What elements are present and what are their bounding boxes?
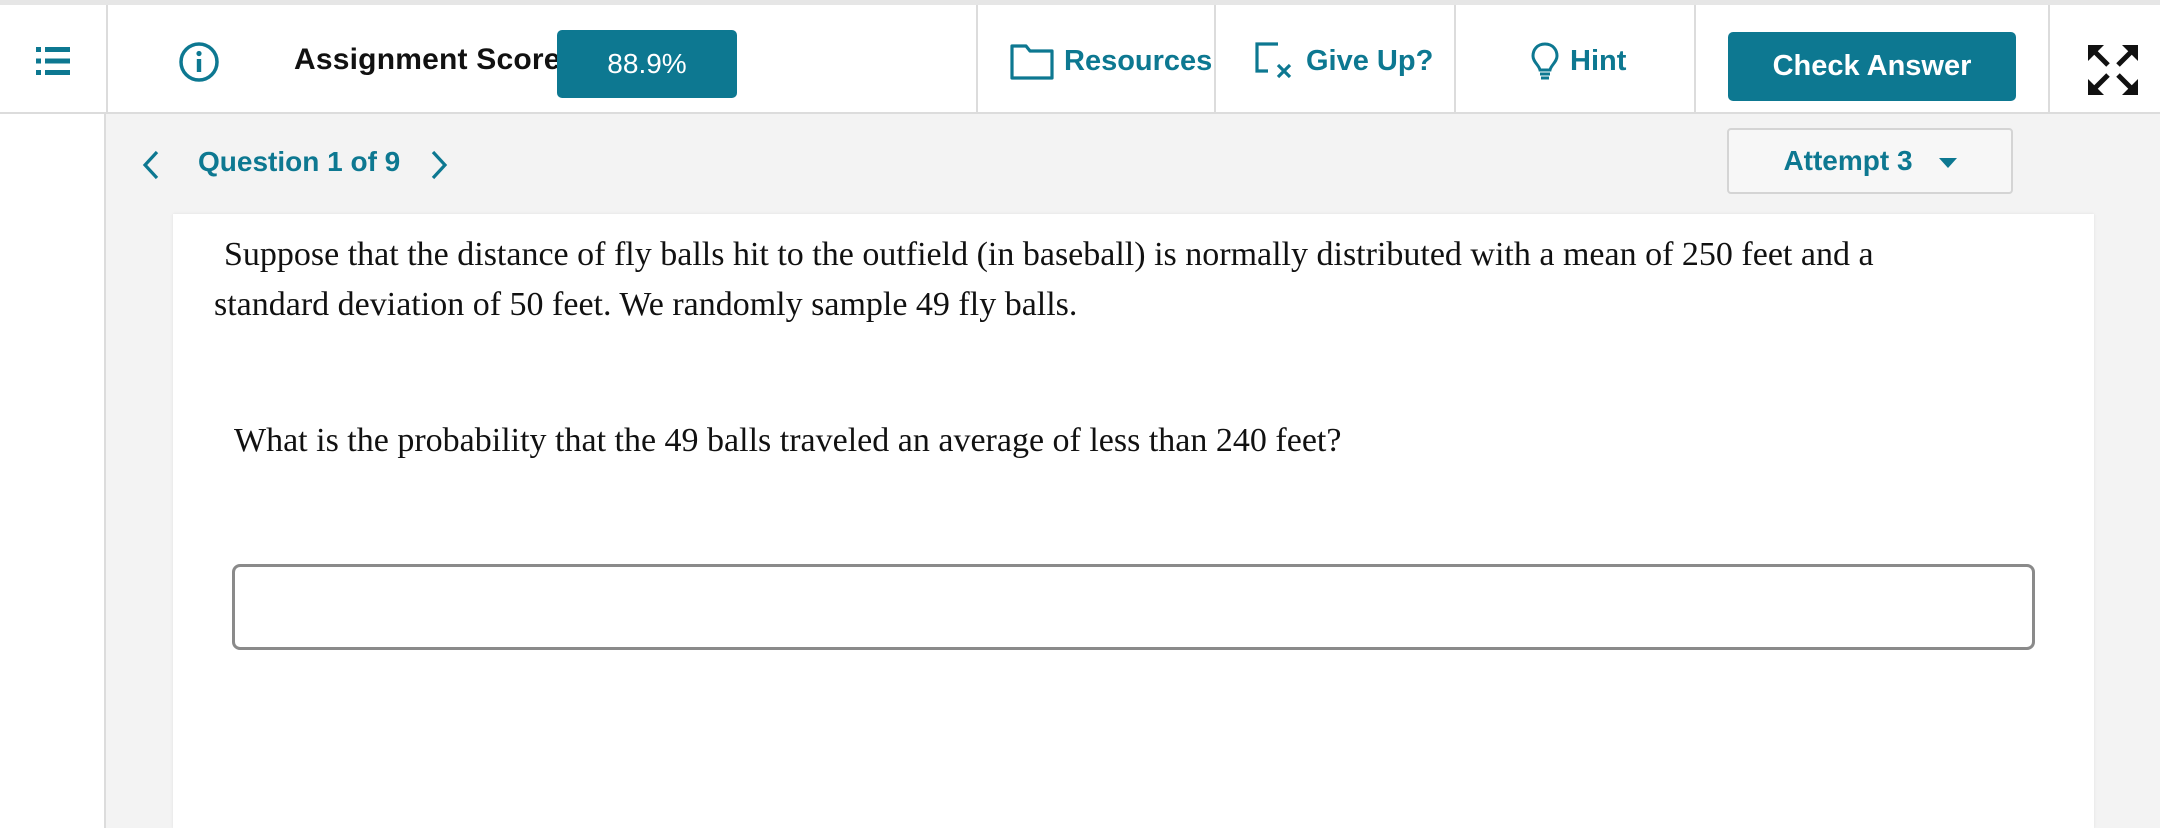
chevron-right-icon: [431, 150, 448, 180]
resources-label: Resources: [1064, 44, 1213, 77]
list-icon: [36, 47, 70, 75]
previous-question-button[interactable]: [140, 148, 162, 182]
caret-down-icon: [1938, 157, 1957, 168]
hint-button[interactable]: Hint: [1530, 5, 1626, 117]
check-answer-button[interactable]: Check Answer: [1728, 32, 2016, 101]
give-up-button[interactable]: Give Up?: [1254, 5, 1433, 117]
attempt-label: Attempt 3: [1783, 145, 1913, 176]
chevron-left-icon: [142, 150, 159, 180]
problem-line-1: Suppose that the distance of fly balls h…: [224, 236, 1874, 273]
resources-button[interactable]: Resources: [1010, 5, 1212, 117]
top-toolbar: Assignment Score: 88.9% Resources Give U…: [0, 0, 2160, 119]
question-text: What is the probability that the 49 ball…: [234, 422, 1342, 459]
lightbulb-icon: [1531, 42, 1559, 80]
give-up-label: Give Up?: [1306, 44, 1434, 77]
hint-label: Hint: [1570, 44, 1627, 77]
info-button[interactable]: [178, 41, 220, 83]
attempt-dropdown[interactable]: Attempt 3: [1727, 128, 2013, 194]
problem-line-2: standard deviation of 50 feet. We random…: [214, 286, 1078, 323]
folder-icon: [1010, 44, 1054, 80]
answer-input[interactable]: [232, 564, 2035, 650]
info-circle-icon: [179, 42, 219, 82]
next-question-button[interactable]: [428, 148, 450, 182]
assignment-score-label: Assignment Score:: [294, 43, 571, 76]
give-up-icon: [1255, 42, 1292, 79]
left-rail: [0, 114, 106, 828]
problem-statement: Suppose that the distance of fly balls h…: [214, 230, 2024, 330]
question-counter[interactable]: Question 1 of 9: [198, 146, 400, 178]
assignment-score-value: 88.9%: [557, 30, 737, 98]
fullscreen-button[interactable]: [2086, 43, 2140, 97]
expand-arrows-icon: [2088, 45, 2138, 95]
menu-button[interactable]: [0, 5, 106, 117]
